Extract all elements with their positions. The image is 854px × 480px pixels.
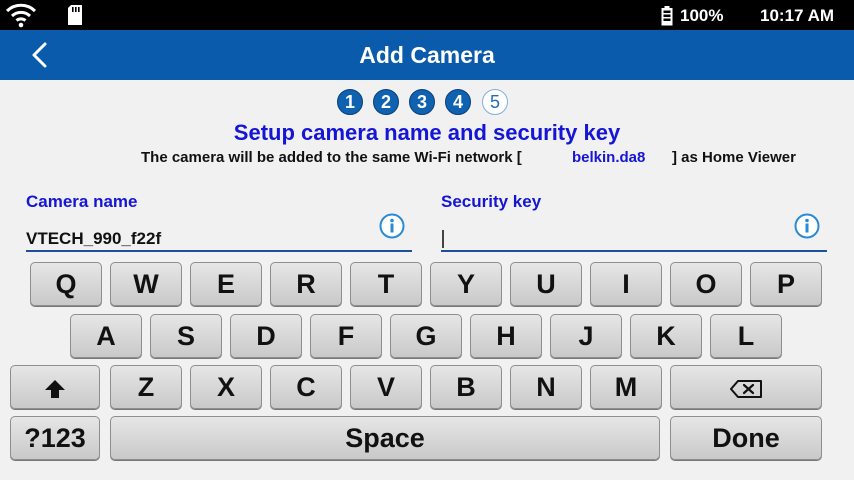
key-l[interactable]: L — [710, 314, 782, 358]
key-c[interactable]: C — [270, 365, 342, 409]
key-g[interactable]: G — [390, 314, 462, 358]
key-m[interactable]: M — [590, 365, 662, 409]
space-key[interactable]: Space — [110, 416, 660, 460]
key-k[interactable]: K — [630, 314, 702, 358]
step-4: 4 — [445, 89, 471, 115]
network-name: belkin.da8 — [572, 149, 646, 166]
key-q[interactable]: Q — [30, 262, 102, 306]
camera-name-label: Camera name — [26, 192, 138, 211]
backspace-key[interactable] — [670, 365, 822, 409]
network-line-prefix: The camera will be added to the same Wi-… — [141, 149, 522, 166]
key-u[interactable]: U — [510, 262, 582, 306]
key-y[interactable]: Y — [430, 262, 502, 306]
key-r[interactable]: R — [270, 262, 342, 306]
network-line-suffix: ] as Home Viewer — [672, 149, 796, 166]
key-t[interactable]: T — [350, 262, 422, 306]
key-z[interactable]: Z — [110, 365, 182, 409]
battery-percent: 100% — [680, 6, 724, 25]
key-p[interactable]: P — [750, 262, 822, 306]
shift-arrow-icon — [45, 379, 65, 398]
security-key-label: Security key — [441, 192, 542, 211]
key-i[interactable]: I — [590, 262, 662, 306]
on-screen-keyboard: Q W E R T Y U I O P A S D F G H J K L Z … — [0, 258, 854, 480]
key-n[interactable]: N — [510, 365, 582, 409]
key-e[interactable]: E — [190, 262, 262, 306]
battery-icon — [661, 6, 673, 26]
step-2: 2 — [373, 89, 399, 115]
key-j[interactable]: J — [550, 314, 622, 358]
setup-heading: Setup camera name and security key — [233, 120, 621, 145]
clock: 10:17 AM — [760, 6, 835, 25]
key-w[interactable]: W — [110, 262, 182, 306]
security-key-input[interactable] — [441, 226, 827, 252]
key-o[interactable]: O — [670, 262, 742, 306]
app-bar: Add Camera — [0, 30, 854, 80]
page-title: Add Camera — [359, 42, 495, 68]
text-cursor — [442, 230, 444, 248]
key-a[interactable]: A — [70, 314, 142, 358]
key-v[interactable]: V — [350, 365, 422, 409]
camera-name-value: VTECH_990_f22f — [26, 229, 162, 248]
status-bar: 100% 10:17 AM — [0, 0, 854, 30]
key-d[interactable]: D — [230, 314, 302, 358]
camera-name-input[interactable]: VTECH_990_f22f — [26, 226, 412, 252]
wifi-icon — [5, 3, 37, 28]
key-b[interactable]: B — [430, 365, 502, 409]
done-key[interactable]: Done — [670, 416, 822, 460]
key-s[interactable]: S — [150, 314, 222, 358]
key-x[interactable]: X — [190, 365, 262, 409]
step-1: 1 — [337, 89, 363, 115]
shift-key[interactable] — [10, 365, 100, 409]
backspace-icon — [730, 379, 762, 398]
step-3: 3 — [409, 89, 435, 115]
step-5-current: 5 — [482, 89, 508, 115]
symbols-key[interactable]: ?123 — [10, 416, 100, 460]
sd-card-icon — [68, 5, 82, 25]
key-f[interactable]: F — [310, 314, 382, 358]
key-h[interactable]: H — [470, 314, 542, 358]
